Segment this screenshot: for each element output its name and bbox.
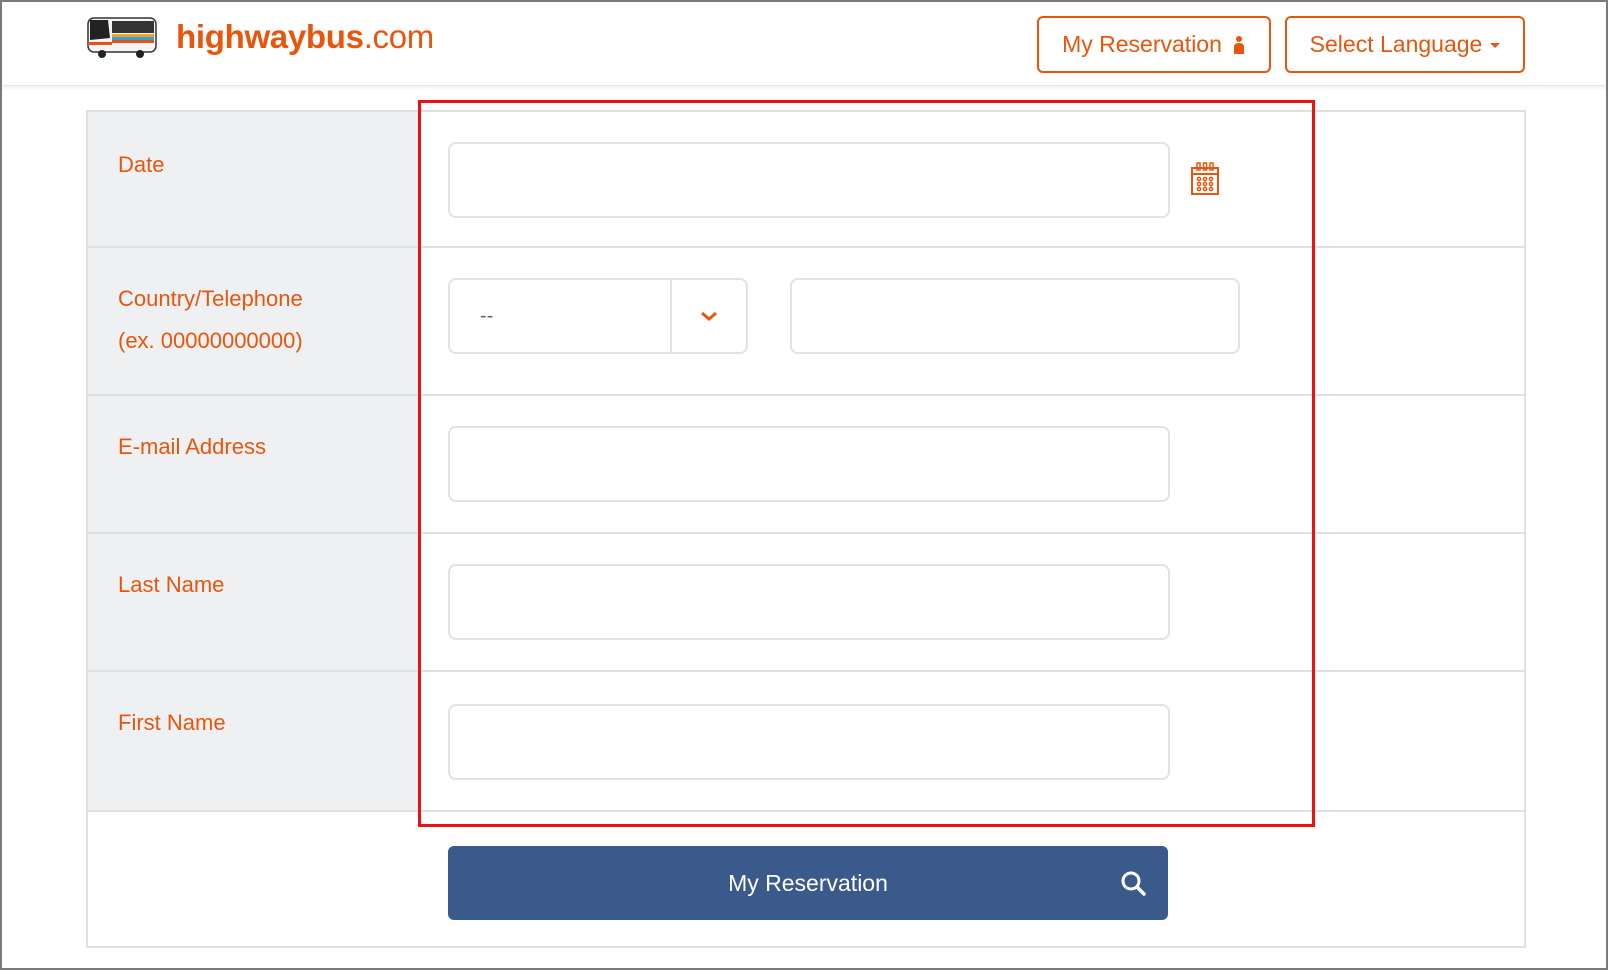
email-input[interactable] — [448, 426, 1170, 502]
country-select-value: -- — [450, 280, 672, 352]
select-language-label: Select Language — [1309, 31, 1483, 57]
logo-text-suffix: .com — [363, 18, 435, 55]
country-select[interactable]: -- — [448, 278, 748, 354]
label-cell: Date — [88, 112, 420, 246]
chevron-down-icon — [701, 311, 717, 321]
label-cell: First Name — [88, 672, 420, 810]
my-reservation-header-label: My Reservation — [1062, 31, 1222, 57]
site-header: highwaybus.com My Reservation Select Lan… — [2, 2, 1606, 86]
form-row-telephone: Country/Telephone (ex. 00000000000) -- — [88, 248, 1524, 396]
my-reservation-submit-button[interactable]: My Reservation — [448, 846, 1168, 920]
submit-label: My Reservation — [728, 869, 888, 896]
form-row-email: E-mail Address — [88, 396, 1524, 534]
form-row-last-name: Last Name — [88, 534, 1524, 672]
reservation-lookup-form: Date Country/Telephone (ex. 00000000000)… — [86, 110, 1526, 948]
first-name-input[interactable] — [448, 704, 1170, 780]
form-row-first-name: First Name — [88, 672, 1524, 812]
phone-input[interactable] — [790, 278, 1240, 354]
label-cell: Last Name — [88, 534, 420, 670]
caret-down-icon — [1490, 43, 1501, 48]
bus-icon — [87, 17, 157, 58]
select-language-button[interactable]: Select Language — [1285, 16, 1525, 73]
search-icon — [1121, 871, 1146, 896]
telephone-label-line2: (ex. 00000000000) — [118, 328, 303, 353]
date-label: Date — [118, 152, 165, 177]
person-icon — [1233, 35, 1244, 54]
telephone-label: Country/Telephone (ex. 00000000000) — [118, 278, 303, 362]
label-cell: Country/Telephone (ex. 00000000000) — [88, 248, 420, 394]
calendar-icon[interactable] — [1190, 162, 1220, 196]
logo-text: highwaybus.com — [176, 14, 434, 60]
last-name-input[interactable] — [448, 564, 1170, 640]
logo-text-bold: highwaybus — [176, 18, 364, 55]
site-logo[interactable]: highwaybus.com — [84, 14, 434, 60]
telephone-label-line1: Country/Telephone — [118, 286, 303, 311]
first-name-label: First Name — [118, 710, 226, 735]
form-row-date: Date — [88, 112, 1524, 248]
label-cell: E-mail Address — [88, 396, 420, 532]
my-reservation-header-button[interactable]: My Reservation — [1037, 16, 1271, 73]
last-name-label: Last Name — [118, 572, 225, 597]
country-select-arrow[interactable] — [672, 280, 746, 352]
date-input[interactable] — [448, 142, 1170, 218]
email-label: E-mail Address — [118, 434, 266, 459]
